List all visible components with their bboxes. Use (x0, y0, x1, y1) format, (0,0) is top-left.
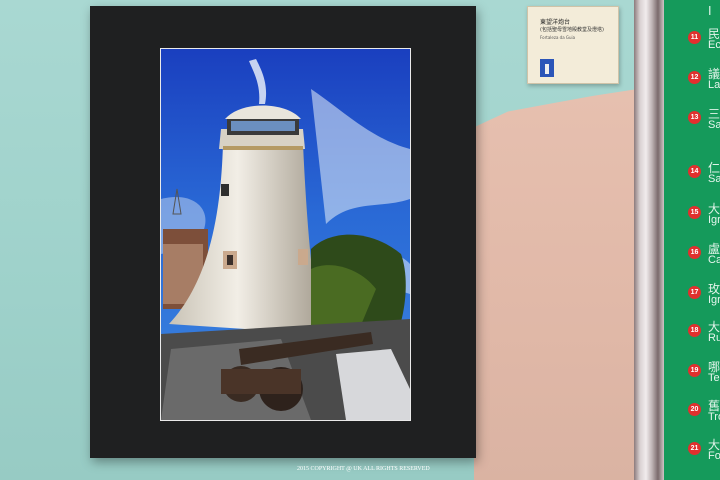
item-number-badge: 17 (688, 286, 701, 299)
pink-wall-patch (474, 88, 644, 480)
placard-subtitle: (包括聖母雪地殿教堂及燈塔) (540, 27, 604, 33)
list-item: 19 哪 Tem (668, 360, 720, 392)
item-en-label: La (708, 79, 720, 91)
list-item: 12 議 La (668, 67, 720, 99)
list-item: 15 大 Igr (668, 202, 720, 234)
list-item: 21 大 For (668, 438, 720, 470)
placard-latin: Fortaleza da Guia (540, 35, 576, 40)
item-en-label: Ec (708, 39, 720, 51)
lighthouse-photo (160, 48, 411, 421)
item-number-badge: 11 (688, 31, 701, 44)
item-en-label: Rui (708, 332, 720, 344)
item-en-label: Igr (708, 214, 720, 226)
item-en-label: Sa (708, 119, 720, 131)
copyright-watermark: 2015 COPYRIGHT @ UK ALL RIGHTS RESERVED (297, 466, 430, 472)
item-number-badge: 19 (688, 364, 701, 377)
item-en-label: Sa (708, 173, 720, 185)
list-item: 13 三 Sa (668, 107, 720, 139)
item-number-badge: 12 (688, 71, 701, 84)
panel-top-text: I (708, 4, 712, 18)
list-item: 16 盧 Ca (668, 242, 720, 274)
item-number-badge: 20 (688, 403, 701, 416)
list-item: 18 大 Rui (668, 320, 720, 352)
item-number-badge: 13 (688, 111, 701, 124)
item-number-badge: 21 (688, 442, 701, 455)
item-en-label: Igre (708, 294, 720, 306)
metal-divider (634, 0, 664, 480)
item-number-badge: 15 (688, 206, 701, 219)
list-item: 17 玫 Igre (668, 282, 720, 314)
list-item: 14 仁 Sa (668, 161, 720, 193)
placard-thumbnail (540, 59, 554, 77)
item-number-badge: 18 (688, 324, 701, 337)
item-en-label: For (708, 450, 720, 462)
list-item: 11 民 Ec (668, 27, 720, 59)
list-item: 20 舊 Tro (668, 399, 720, 431)
info-placard: 東望洋炮台 (包括聖母雪地殿教堂及燈塔) Fortaleza da Guia (527, 6, 619, 84)
item-en-label: Tro (708, 411, 720, 423)
placard-title: 東望洋炮台 (540, 19, 571, 26)
item-en-label: Tem (708, 372, 720, 384)
item-en-label: Ca (708, 254, 720, 266)
item-number-badge: 14 (688, 165, 701, 178)
item-number-badge: 16 (688, 246, 701, 259)
